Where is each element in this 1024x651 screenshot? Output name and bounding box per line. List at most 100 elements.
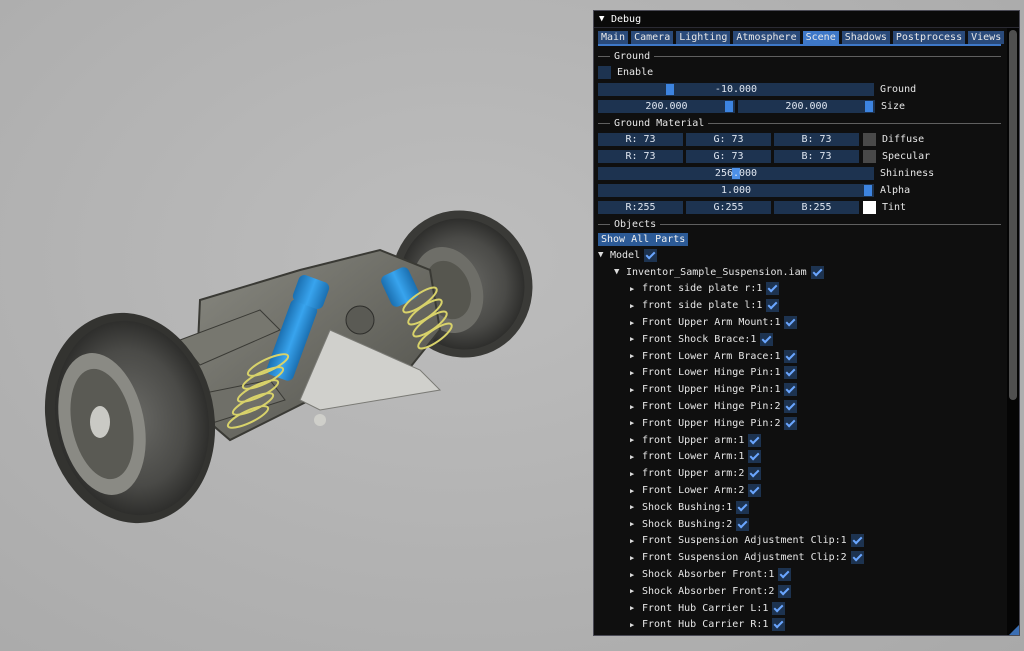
debug-window[interactable]: ▼ Debug Main Camera Lighting Atmosphere …	[593, 10, 1020, 636]
tree-node-part[interactable]: ▶ Front Hub Carrier R:1	[598, 617, 1001, 634]
tree-node-part[interactable]: ▶ Shock Absorber Front:1	[598, 566, 1001, 583]
part-visible-checkbox[interactable]	[736, 500, 750, 514]
expand-triangle-icon[interactable]: ▶	[630, 604, 642, 612]
expanded-triangle-icon[interactable]: ▼	[598, 250, 610, 260]
diffuse-r-field[interactable]: R: 73	[598, 133, 683, 146]
enable-checkbox[interactable]	[598, 66, 611, 79]
tree-node-part[interactable]: ▶ Front Suspension Adjustment Clip:1	[598, 533, 1001, 550]
diffuse-swatch[interactable]	[863, 133, 876, 146]
tab-lighting[interactable]: Lighting	[676, 31, 731, 44]
tree-node-part[interactable]: ▶ Front Suspension Adjustment Clip:2	[598, 549, 1001, 566]
tree-node-part[interactable]: ▶ Front Hub Carrier L:1	[598, 600, 1001, 617]
tab-camera[interactable]: Camera	[631, 31, 674, 44]
tree-node-part[interactable]: ▶ Front Lower Arm Brace:1	[598, 348, 1001, 365]
tab-scene[interactable]: Scene	[802, 31, 839, 44]
alpha-slider[interactable]: 1.000	[598, 184, 874, 197]
tab-shadows[interactable]: Shadows	[841, 31, 890, 44]
part-visible-checkbox[interactable]	[850, 551, 864, 565]
part-visible-checkbox[interactable]	[784, 366, 798, 380]
expand-triangle-icon[interactable]: ▶	[630, 436, 642, 444]
expand-triangle-icon[interactable]: ▶	[630, 587, 642, 595]
expand-triangle-icon[interactable]: ▶	[630, 503, 642, 511]
assembly-visible-checkbox[interactable]	[810, 265, 824, 279]
expand-triangle-icon[interactable]: ▶	[630, 487, 642, 495]
part-visible-checkbox[interactable]	[736, 517, 750, 531]
tab-postprocess[interactable]: Postprocess	[892, 31, 966, 44]
tree-node-part[interactable]: ▶ Front Lower Arm:2	[598, 482, 1001, 499]
expand-triangle-icon[interactable]: ▶	[630, 554, 642, 562]
tab-views[interactable]: Views	[968, 31, 1005, 44]
tree-node-part[interactable]: ▶ Shock Bushing:2	[598, 516, 1001, 533]
tree-node-part[interactable]: ▶ front Upper arm:2	[598, 465, 1001, 482]
expand-triangle-icon[interactable]: ▶	[630, 520, 642, 528]
shininess-slider[interactable]: 256.000	[598, 167, 874, 180]
alpha-grab[interactable]	[864, 185, 872, 196]
tree-node-part[interactable]: ▶ front side plate l:1	[598, 297, 1001, 314]
expand-triangle-icon[interactable]: ▶	[630, 453, 642, 461]
part-visible-checkbox[interactable]	[784, 400, 798, 414]
expand-triangle-icon[interactable]: ▶	[630, 537, 642, 545]
tree-node-part[interactable]: ▶ Front Shock Brace:1	[598, 331, 1001, 348]
part-visible-checkbox[interactable]	[772, 618, 786, 632]
specular-swatch[interactable]	[863, 150, 876, 163]
tree-node-part[interactable]: ▶ front Lower Arm:1	[598, 449, 1001, 466]
diffuse-g-field[interactable]: G: 73	[686, 133, 771, 146]
expand-triangle-icon[interactable]: ▶	[630, 335, 642, 343]
part-visible-checkbox[interactable]	[748, 467, 762, 481]
expand-triangle-icon[interactable]: ▶	[630, 621, 642, 629]
tree-node-part[interactable]: ▶ Front Lower Hinge Pin:2	[598, 398, 1001, 415]
size-y-slider[interactable]: 200.000	[738, 100, 875, 113]
expanded-triangle-icon[interactable]: ▼	[614, 267, 626, 277]
expand-triangle-icon[interactable]: ▶	[630, 302, 642, 310]
size-x-grab[interactable]	[725, 101, 733, 112]
tree-node-part[interactable]: ▶ Front Upper Hinge Pin:2	[598, 415, 1001, 432]
scrollbar-thumb[interactable]	[1009, 30, 1017, 400]
expand-triangle-icon[interactable]: ▶	[630, 369, 642, 377]
expand-triangle-icon[interactable]: ▶	[630, 352, 642, 360]
ground-slider-grab[interactable]	[666, 84, 674, 95]
part-visible-checkbox[interactable]	[784, 316, 798, 330]
part-visible-checkbox[interactable]	[748, 450, 762, 464]
expand-triangle-icon[interactable]: ▶	[630, 403, 642, 411]
expand-triangle-icon[interactable]: ▶	[630, 386, 642, 394]
resize-grip[interactable]	[1009, 625, 1019, 635]
part-visible-checkbox[interactable]	[772, 601, 786, 615]
size-y-grab[interactable]	[865, 101, 873, 112]
collapse-triangle-icon[interactable]: ▼	[599, 14, 611, 24]
expand-triangle-icon[interactable]: ▶	[630, 470, 642, 478]
tree-node-part[interactable]: ▶ Front Lower Hinge Pin:1	[598, 365, 1001, 382]
expand-triangle-icon[interactable]: ▶	[630, 285, 642, 293]
part-visible-checkbox[interactable]	[748, 433, 762, 447]
tree-node-part[interactable]: ▶ Shock Absorber Front:2	[598, 583, 1001, 600]
model-visible-checkbox[interactable]	[644, 248, 658, 262]
part-visible-checkbox[interactable]	[766, 282, 780, 296]
tree-node-part[interactable]: ▶ Shock Bushing:1	[598, 499, 1001, 516]
tint-r-field[interactable]: R:255	[598, 201, 683, 214]
part-visible-checkbox[interactable]	[760, 332, 774, 346]
window-titlebar[interactable]: ▼ Debug	[594, 11, 1019, 28]
expand-triangle-icon[interactable]: ▶	[630, 419, 642, 427]
show-all-parts-button[interactable]: Show All Parts	[598, 233, 689, 246]
size-x-slider[interactable]: 200.000	[598, 100, 735, 113]
specular-b-field[interactable]: B: 73	[774, 150, 859, 163]
tab-main[interactable]: Main	[598, 31, 629, 44]
tree-node-model[interactable]: ▼ Model	[598, 247, 1001, 264]
tree-node-part[interactable]: ▶ Front Upper Arm Mount:1	[598, 314, 1001, 331]
expand-triangle-icon[interactable]: ▶	[630, 571, 642, 579]
tint-g-field[interactable]: G:255	[686, 201, 771, 214]
tree-node-part[interactable]: ▶ front Upper arm:1	[598, 432, 1001, 449]
part-visible-checkbox[interactable]	[778, 568, 792, 582]
tab-atmosphere[interactable]: Atmosphere	[733, 31, 800, 44]
tint-swatch[interactable]	[863, 201, 876, 214]
specular-g-field[interactable]: G: 73	[686, 150, 771, 163]
tint-b-field[interactable]: B:255	[774, 201, 859, 214]
part-visible-checkbox[interactable]	[784, 416, 798, 430]
tree-node-assembly[interactable]: ▼ Inventor_Sample_Suspension.iam	[598, 264, 1001, 281]
part-visible-checkbox[interactable]	[850, 534, 864, 548]
ground-slider[interactable]: -10.000	[598, 83, 874, 96]
part-visible-checkbox[interactable]	[784, 349, 798, 363]
part-visible-checkbox[interactable]	[784, 383, 798, 397]
part-visible-checkbox[interactable]	[766, 299, 780, 313]
diffuse-b-field[interactable]: B: 73	[774, 133, 859, 146]
specular-r-field[interactable]: R: 73	[598, 150, 683, 163]
